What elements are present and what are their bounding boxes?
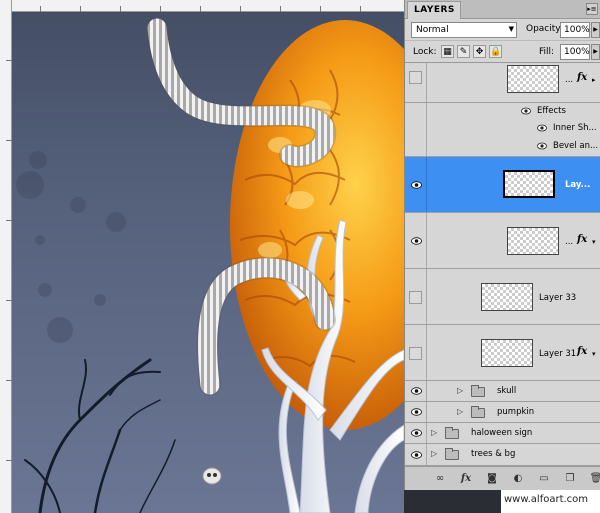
dark-trees (24, 358, 176, 513)
blend-mode-value: Normal (416, 25, 449, 35)
expand-effects-icon[interactable]: ▸ (592, 76, 596, 84)
expand-group-icon[interactable]: ▷ (431, 428, 437, 437)
folder-icon (471, 406, 485, 418)
layer-name: ... (565, 237, 574, 247)
layer-thumbnail (481, 283, 533, 311)
lock-all-icon[interactable]: 🔒 (489, 45, 502, 58)
layer-group-row[interactable]: ▷ skull (405, 381, 600, 402)
layers-list: ... fx ▸ Effects Inner Sh... Bevel an... (405, 63, 600, 466)
layer-name: Layer 33 (539, 293, 577, 303)
lock-transparency-icon[interactable]: ▦ (441, 45, 454, 58)
layer-name: Lay... (565, 180, 591, 190)
vertical-ruler (0, 0, 12, 513)
opacity-slider-button[interactable]: ▶ (591, 22, 600, 38)
expand-group-icon[interactable]: ▷ (457, 407, 463, 416)
panel-tab-bar: LAYERS ▸≡ (405, 0, 600, 19)
layer-row[interactable]: Layer 33 (405, 269, 600, 325)
layer-thumbnail (507, 227, 559, 255)
group-name: pumpkin (497, 407, 535, 417)
effect-bevel-row[interactable]: Bevel an... (405, 137, 600, 157)
fx-icon[interactable]: fx (577, 346, 587, 357)
eye-icon[interactable] (411, 429, 422, 437)
group-icon[interactable]: ▭ (537, 472, 551, 485)
folder-icon (445, 427, 459, 439)
eye-icon[interactable] (411, 237, 422, 245)
opacity-field[interactable]: 100% (560, 22, 590, 38)
fill-slider-button[interactable]: ▶ (591, 44, 600, 60)
folder-icon (471, 385, 485, 397)
chevron-down-icon: ▼ (508, 25, 514, 33)
fill-label: Fill: (539, 47, 555, 57)
layer-row[interactable]: ... fx ▸ (405, 63, 600, 103)
visibility-toggle[interactable] (409, 71, 422, 84)
effects-row[interactable]: Effects (405, 103, 600, 120)
expand-effects-icon[interactable]: ▾ (592, 350, 596, 358)
layers-panel-footer: ∞ fx ◙ ◐ ▭ ❐ 🗑 (405, 466, 600, 490)
effects-label: Effects (537, 106, 566, 116)
effect-name: Inner Sh... (553, 123, 597, 133)
layer-thumbnail (503, 170, 555, 198)
watermark: www.alfoart.com (501, 490, 600, 513)
layer-name: Layer 31 (539, 349, 577, 359)
adjustment-icon[interactable]: ◐ (511, 472, 525, 485)
panel-menu-icon[interactable]: ▸≡ (586, 3, 598, 15)
expand-effects-icon[interactable]: ▾ (592, 238, 596, 246)
layers-panel: LAYERS ▸≡ Normal ▼ Opacity: 100% ▶ Lock:… (404, 0, 600, 490)
visibility-toggle[interactable] (409, 291, 422, 304)
fill-field[interactable]: 100% (560, 44, 590, 60)
blend-mode-select[interactable]: Normal ▼ (411, 22, 517, 38)
lock-label: Lock: (413, 47, 437, 57)
layer-row[interactable]: ... fx ▾ (405, 213, 600, 269)
fx-icon[interactable]: fx (577, 72, 587, 83)
fx-icon[interactable]: fx (577, 234, 587, 245)
visibility-toggle[interactable] (409, 347, 422, 360)
effect-inner-shadow-row[interactable]: Inner Sh... (405, 120, 600, 137)
blend-options-row: Normal ▼ Opacity: 100% ▶ (405, 19, 600, 41)
layer-name: ... (565, 75, 574, 85)
mask-icon[interactable]: ◙ (485, 472, 499, 485)
trash-icon[interactable]: 🗑 (589, 472, 600, 485)
eye-icon[interactable] (521, 107, 531, 115)
group-name: trees & bg (471, 449, 516, 459)
layer-group-row[interactable]: ▷ pumpkin (405, 402, 600, 423)
new-layer-icon[interactable]: ❐ (563, 472, 577, 485)
expand-group-icon[interactable]: ▷ (431, 449, 437, 458)
link-icon[interactable]: ∞ (433, 472, 447, 485)
layer-thumbnail (507, 65, 559, 93)
tab-layers[interactable]: LAYERS (407, 1, 461, 19)
horizontal-ruler (0, 0, 404, 12)
lock-row: Lock: ▦ ✎ ✥ 🔒 Fill: 100% ▶ (405, 41, 600, 63)
eye-icon[interactable] (537, 142, 547, 150)
folder-icon (445, 448, 459, 460)
status-strip (404, 490, 501, 513)
layer-group-row[interactable]: ▷ haloween sign (405, 423, 600, 444)
small-skull (202, 467, 222, 485)
eye-icon[interactable] (411, 387, 422, 395)
background-skulls (16, 151, 126, 343)
layer-thumbnail (481, 339, 533, 367)
layer-group-row[interactable]: ▷ trees & bg (405, 444, 600, 466)
eye-icon[interactable] (537, 124, 547, 132)
lock-position-icon[interactable]: ✥ (473, 45, 486, 58)
eye-icon[interactable] (411, 181, 422, 189)
layer-row[interactable]: Layer 31 fx ▾ (405, 325, 600, 381)
eye-icon[interactable] (411, 451, 422, 459)
artwork (16, 17, 404, 513)
eye-icon[interactable] (411, 408, 422, 416)
fx-icon[interactable]: fx (459, 472, 473, 485)
group-name: haloween sign (471, 428, 533, 438)
opacity-label: Opacity: (526, 24, 563, 34)
lock-paint-icon[interactable]: ✎ (457, 45, 470, 58)
group-name: skull (497, 386, 517, 396)
layer-row-selected[interactable]: Lay... (405, 157, 600, 213)
effect-name: Bevel an... (553, 141, 599, 151)
expand-group-icon[interactable]: ▷ (457, 386, 463, 395)
